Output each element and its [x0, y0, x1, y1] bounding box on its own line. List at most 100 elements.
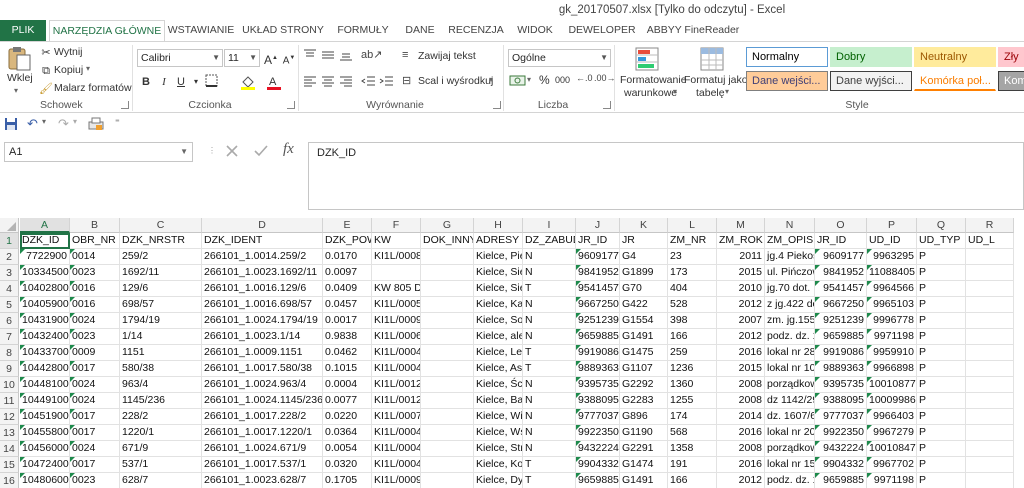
table-cell[interactable]: 7722900	[20, 249, 70, 265]
table-cell[interactable]: G4	[620, 249, 668, 265]
tab-data[interactable]: DANE	[398, 20, 442, 41]
table-cell[interactable]: 0.0320	[323, 457, 372, 473]
table-cell[interactable]: porządkow	[765, 377, 815, 393]
table-cell[interactable]: 0024	[70, 441, 120, 457]
table-cell[interactable]	[966, 377, 1014, 393]
header-cell[interactable]: JR_ID	[815, 233, 867, 249]
row-header[interactable]: 13	[0, 425, 19, 441]
table-cell[interactable]	[966, 329, 1014, 345]
table-cell[interactable]: dz. 1607/6	[765, 409, 815, 425]
column-header-f[interactable]: F	[372, 218, 421, 233]
table-cell[interactable]	[966, 345, 1014, 361]
table-cell[interactable]: 0.0409	[323, 281, 372, 297]
table-cell[interactable]: G2292	[620, 377, 668, 393]
cell-style-option[interactable]: Neutralny	[914, 47, 996, 67]
number-launcher-icon[interactable]	[603, 101, 611, 109]
table-cell[interactable]	[421, 457, 474, 473]
merge-dropdown-icon[interactable]: ▾	[489, 75, 493, 84]
align-right-icon[interactable]	[338, 74, 354, 91]
table-cell[interactable]: 173	[668, 265, 717, 281]
merge-center-button[interactable]: Scal i wyśrodkuj	[418, 75, 493, 87]
row-header[interactable]: 11	[0, 393, 19, 409]
table-cell[interactable]: 10009986	[867, 393, 917, 409]
table-cell[interactable]: 0.0054	[323, 441, 372, 457]
table-cell[interactable]: 9841952	[576, 265, 620, 281]
table-cell[interactable]: 10334500	[20, 265, 70, 281]
table-cell[interactable]	[372, 265, 421, 281]
table-cell[interactable]: 2015	[717, 265, 765, 281]
table-cell[interactable]: 0017	[70, 425, 120, 441]
table-cell[interactable]: G896	[620, 409, 668, 425]
table-cell[interactable]: 537/1	[120, 457, 202, 473]
table-cell[interactable]: 266101_1.0024.1145/236	[202, 393, 323, 409]
spreadsheet-grid[interactable]: ABCDEFGHIJKLMNOPQR 1 DZK_ID OBR_NR DZK_NRST…	[0, 218, 1024, 488]
table-cell[interactable]: P	[917, 425, 966, 441]
table-cell[interactable]: 9251239	[576, 313, 620, 329]
table-cell[interactable]: 266101_1.0024.963/4	[202, 377, 323, 393]
format-as-table-line1[interactable]: Formatuj jako	[684, 74, 748, 86]
table-cell[interactable]: G70	[620, 281, 668, 297]
alignment-launcher-icon[interactable]	[493, 101, 501, 109]
table-cell[interactable]: T	[523, 473, 576, 488]
table-cell[interactable]: 10405900	[20, 297, 70, 313]
table-cell[interactable]: G1554	[620, 313, 668, 329]
table-cell[interactable]: 9388095	[576, 393, 620, 409]
table-cell[interactable]: Kielce, Ws	[474, 425, 523, 441]
table-cell[interactable]: 2015	[717, 361, 765, 377]
format-as-table-icon[interactable]	[699, 46, 725, 75]
table-cell[interactable]: 10431900	[20, 313, 70, 329]
table-cell[interactable]: 0014	[70, 249, 120, 265]
table-cell[interactable]: 10472400	[20, 457, 70, 473]
table-cell[interactable]: 2008	[717, 393, 765, 409]
table-cell[interactable]: 0024	[70, 377, 120, 393]
table-cell[interactable]: KI1L/00075359/4	[372, 409, 421, 425]
table-cell[interactable]: Kielce, Pie	[474, 249, 523, 265]
table-cell[interactable]: 2011	[717, 249, 765, 265]
conditional-formatting-icon[interactable]	[634, 46, 660, 75]
align-left-icon[interactable]	[302, 74, 318, 91]
table-cell[interactable]	[966, 249, 1014, 265]
table-cell[interactable]: 9965103	[867, 297, 917, 313]
table-cell[interactable]: 10010877	[867, 377, 917, 393]
row-header[interactable]: 8	[0, 345, 19, 361]
table-cell[interactable]: Kielce, Ka	[474, 297, 523, 313]
table-cell[interactable]	[421, 249, 474, 265]
table-cell[interactable]: 1255	[668, 393, 717, 409]
table-cell[interactable]: 2012	[717, 473, 765, 488]
header-cell[interactable]: UD_L	[966, 233, 1014, 249]
header-cell[interactable]: UD_TYP	[917, 233, 966, 249]
table-cell[interactable]: 10448100	[20, 377, 70, 393]
format-as-table-dropdown-icon[interactable]: ▾	[725, 87, 729, 96]
table-cell[interactable]: P	[917, 297, 966, 313]
redo-icon[interactable]: ↷	[58, 116, 69, 132]
table-cell[interactable]: 10456000	[20, 441, 70, 457]
header-cell[interactable]: OBR_NR	[70, 233, 120, 249]
table-cell[interactable]: G1190	[620, 425, 668, 441]
table-cell[interactable]: 266101_1.0017.580/38	[202, 361, 323, 377]
table-cell[interactable]: 10402800	[20, 281, 70, 297]
header-cell[interactable]: DZK_NRSTR	[120, 233, 202, 249]
table-cell[interactable]: P	[917, 265, 966, 281]
row-header[interactable]: 14	[0, 441, 19, 457]
table-cell[interactable]: KI1L/00087039/2	[372, 249, 421, 265]
table-cell[interactable]: 1692/11	[120, 265, 202, 281]
header-cell[interactable]: UD_ID	[867, 233, 917, 249]
table-cell[interactable]: G1491	[620, 329, 668, 345]
customize-toolbar-icon[interactable]: ⁼	[115, 117, 120, 128]
table-cell[interactable]: Kielce, Sie	[474, 281, 523, 297]
table-cell[interactable]: 2016	[717, 457, 765, 473]
table-cell[interactable]: 1358	[668, 441, 717, 457]
align-top-icon[interactable]	[302, 48, 318, 65]
table-cell[interactable]	[421, 409, 474, 425]
header-cell[interactable]: ADRESY	[474, 233, 523, 249]
cell-style-option[interactable]: Komórka poł...	[914, 71, 996, 91]
thousands-button[interactable]: 000	[555, 75, 570, 85]
table-cell[interactable]	[966, 441, 1014, 457]
table-cell[interactable]	[421, 377, 474, 393]
paste-dropdown-icon[interactable]: ▾	[14, 86, 18, 95]
table-cell[interactable]: 0.1015	[323, 361, 372, 377]
table-cell[interactable]: Kielce, Ba	[474, 393, 523, 409]
table-cell[interactable]: 166	[668, 473, 717, 488]
column-header-m[interactable]: M	[717, 218, 765, 233]
table-cell[interactable]: 9541457	[576, 281, 620, 297]
